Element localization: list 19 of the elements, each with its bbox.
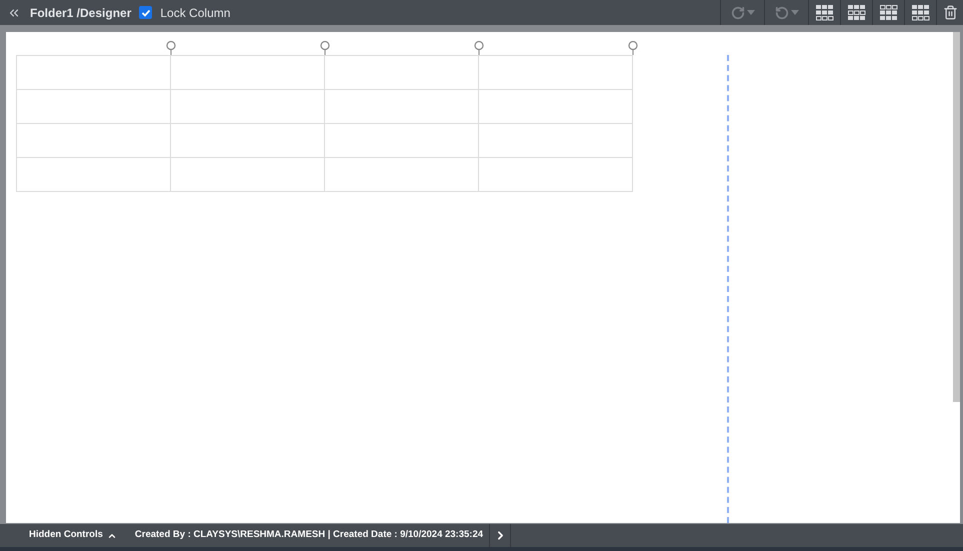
hidden-controls-toggle[interactable]: Hidden Controls bbox=[29, 528, 117, 543]
column-resize-handle[interactable] bbox=[628, 41, 638, 55]
lock-column-checkbox[interactable] bbox=[139, 6, 152, 19]
lock-column-label: Lock Column bbox=[160, 4, 230, 22]
redo-icon bbox=[730, 6, 744, 20]
column-resize-handle[interactable] bbox=[474, 41, 484, 55]
grid-icon bbox=[848, 4, 866, 20]
grid-icon bbox=[880, 4, 898, 20]
caret-icon bbox=[746, 10, 754, 15]
column-resize-handle[interactable] bbox=[166, 41, 176, 55]
column-resize-handle[interactable] bbox=[320, 41, 330, 55]
grid-icon bbox=[912, 4, 930, 20]
created-info: Created By : CLAYSYS\RESHMA.RAMESH | Created Date : 9/10/2024 23:35:24 bbox=[134, 528, 484, 542]
scrollbar[interactable] bbox=[953, 32, 960, 402]
caret-icon bbox=[790, 10, 798, 15]
breadcrumb-title: Folder1 /Designer bbox=[30, 4, 132, 22]
undo-icon bbox=[774, 6, 788, 20]
trash-icon bbox=[942, 5, 958, 20]
grid-icon bbox=[816, 4, 834, 20]
